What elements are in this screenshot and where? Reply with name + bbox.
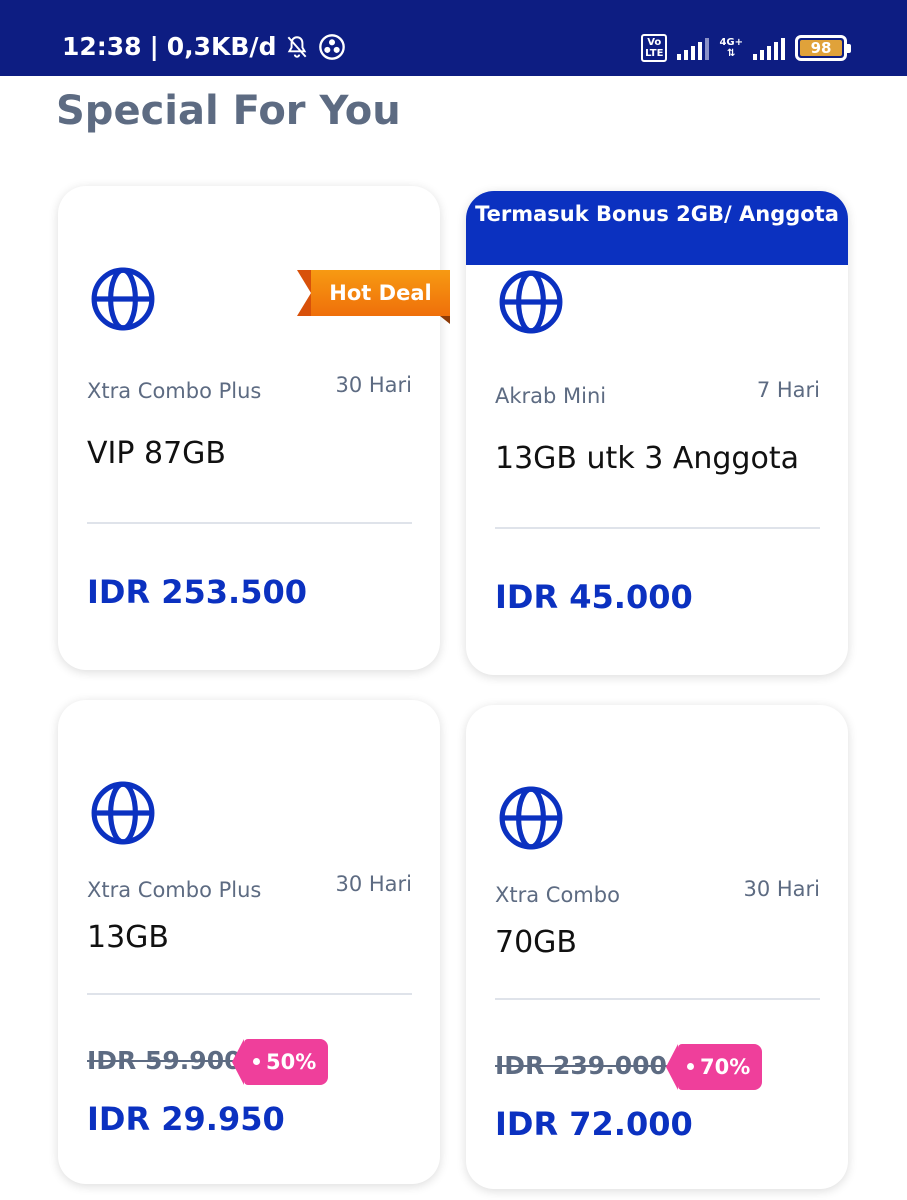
status-separator: |	[149, 32, 159, 61]
battery-level: 98	[800, 40, 842, 56]
signal-icon-2	[753, 36, 785, 60]
globe-icon	[499, 270, 563, 334]
bonus-banner: Termasuk Bonus 2GB/ Anggota	[466, 191, 848, 265]
section-title: Special For You	[56, 88, 401, 134]
volte-top: Vo	[647, 37, 662, 48]
package-card[interactable]: Xtra Combo Plus 30 Hari 13GB IDR 59.900 …	[58, 700, 440, 1184]
status-bar: 12:38 | 0,3KB/d Vo LTE 4G+ ⇅ 98	[0, 0, 907, 76]
volte-bottom: LTE	[645, 48, 664, 59]
bell-off-icon	[288, 35, 307, 58]
package-card[interactable]: Xtra Combo Plus 30 Hari VIP 87GB IDR 253…	[58, 186, 440, 670]
package-name: Xtra Combo Plus	[87, 379, 262, 403]
card-divider	[87, 522, 412, 524]
data-arrows-icon: ⇅	[727, 48, 736, 59]
package-card[interactable]: Xtra Combo 30 Hari 70GB IDR 239.000 70% …	[466, 705, 848, 1189]
original-price: IDR 59.900	[87, 1046, 242, 1075]
status-left: 12:38 | 0,3KB/d	[62, 32, 346, 61]
globe-icon	[499, 786, 563, 850]
hot-deal-label: Hot Deal	[311, 270, 450, 316]
status-speed: 0,3KB/d	[166, 32, 277, 61]
package-duration: 30 Hari	[335, 872, 412, 896]
globe-icon	[91, 781, 155, 845]
package-quota: 13GB	[87, 920, 170, 955]
ribbon-tail	[297, 270, 311, 316]
globe-icon	[91, 267, 155, 331]
signal-icon	[677, 36, 710, 60]
status-time: 12:38	[62, 32, 142, 61]
battery-icon: 98	[795, 35, 851, 61]
package-duration: 30 Hari	[743, 877, 820, 901]
ribbon-fold	[440, 316, 450, 324]
package-price: IDR 45.000	[495, 578, 693, 616]
network-label: 4G+	[719, 37, 743, 48]
original-price: IDR 239.000	[495, 1051, 667, 1080]
package-quota: 70GB	[495, 925, 578, 960]
volte-icon: Vo LTE	[641, 34, 668, 62]
package-duration: 7 Hari	[756, 378, 820, 402]
status-right: Vo LTE 4G+ ⇅ 98	[641, 34, 851, 62]
network-type: 4G+ ⇅	[719, 37, 743, 59]
package-duration: 30 Hari	[335, 373, 412, 397]
discount-badge: 50%	[231, 1039, 329, 1085]
package-card[interactable]: Termasuk Bonus 2GB/ Anggota Akrab Mini 7…	[466, 191, 848, 675]
package-price: IDR 72.000	[495, 1105, 693, 1143]
discount-badge: 70%	[665, 1044, 763, 1090]
card-divider	[495, 998, 820, 1000]
package-quota: VIP 87GB	[87, 436, 226, 471]
card-divider	[495, 527, 820, 529]
data-saver-icon	[319, 33, 346, 60]
package-price: IDR 253.500	[87, 573, 307, 611]
package-name: Xtra Combo Plus	[87, 878, 262, 902]
card-divider	[87, 993, 412, 995]
hot-deal-ribbon: Hot Deal	[297, 270, 450, 324]
package-price: IDR 29.950	[87, 1100, 285, 1138]
package-name: Akrab Mini	[495, 384, 607, 408]
package-name: Xtra Combo	[495, 883, 620, 907]
package-quota: 13GB utk 3 Anggota	[495, 441, 799, 476]
